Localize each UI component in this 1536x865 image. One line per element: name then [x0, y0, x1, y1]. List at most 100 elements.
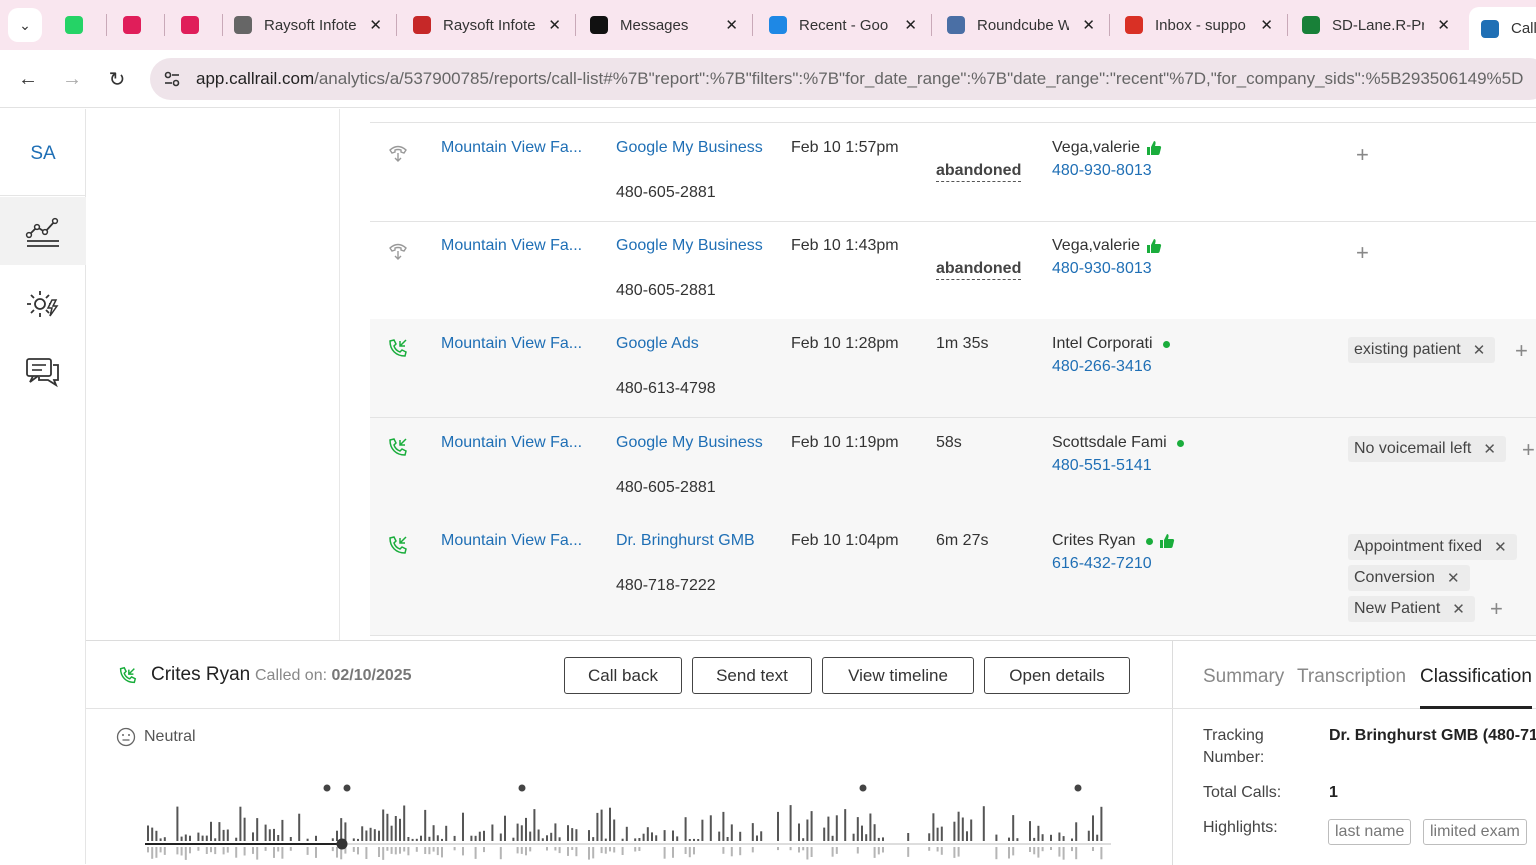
add-tag-button[interactable]: +	[1515, 338, 1528, 364]
highlight-chip[interactable]: limited exam	[1423, 819, 1527, 845]
close-tab-icon[interactable]: ✕	[725, 16, 738, 34]
waveform-bar	[722, 811, 725, 841]
close-tab-icon[interactable]: ✕	[1437, 16, 1450, 34]
caller-phone-link[interactable]: 616-432-7210	[1052, 555, 1152, 573]
add-tag-button[interactable]: +	[1490, 596, 1503, 622]
tab-search-button[interactable]: ⌄	[8, 8, 42, 42]
caller-phone-link[interactable]: 480-930-8013	[1052, 260, 1152, 278]
address-bar[interactable]: app.callrail.com/analytics/a/537900785/r…	[150, 58, 1536, 100]
view-timeline-button[interactable]: View timeline	[822, 657, 974, 694]
voicemail-icon[interactable]	[386, 141, 410, 165]
caller: Vega,valerie	[1052, 237, 1162, 255]
thumbs-up-icon[interactable]	[1146, 140, 1162, 156]
back-button[interactable]: ←	[14, 65, 42, 93]
caller-phone-link[interactable]: 480-266-3416	[1052, 358, 1152, 376]
waveform-bar	[453, 835, 456, 841]
add-tag-button[interactable]: +	[1356, 240, 1369, 266]
open-details-button[interactable]: Open details	[984, 657, 1130, 694]
close-tab-icon[interactable]: ✕	[904, 16, 917, 34]
caller-phone-link[interactable]: 480-930-8013	[1052, 162, 1152, 180]
remove-tag-icon[interactable]: ✕	[1483, 440, 1496, 458]
incoming-call-icon[interactable]	[386, 337, 410, 361]
voicemail-icon[interactable]	[386, 239, 410, 263]
call-duration[interactable]: abandoned	[936, 162, 1022, 182]
company-link[interactable]: Mountain View Fa...	[441, 335, 591, 353]
thumbs-up-icon[interactable]	[1159, 533, 1175, 549]
tag-chip[interactable]: No voicemail left ✕	[1348, 436, 1506, 462]
source-link[interactable]: Google My Business	[616, 139, 763, 157]
remove-tag-icon[interactable]: ✕	[1473, 341, 1486, 359]
waveform-bar	[609, 807, 611, 841]
browser-tab[interactable]: Messages ✕	[578, 7, 746, 43]
audio-waveform[interactable]	[141, 781, 1111, 865]
close-tab-icon[interactable]: ✕	[1082, 16, 1095, 34]
table-row[interactable]: Mountain View Fa... Google Ads 480-613-479…	[370, 319, 1536, 418]
waveform-bar-secondary	[835, 847, 838, 854]
close-tab-icon[interactable]: ✕	[548, 16, 561, 34]
company-link[interactable]: Mountain View Fa...	[441, 434, 591, 452]
waveform-bar-secondary	[693, 847, 695, 855]
add-tag-button[interactable]: +	[1522, 437, 1535, 463]
browser-tab[interactable]: Raysoft Infote ✕	[222, 7, 390, 43]
source-link[interactable]: Google My Business	[616, 237, 763, 255]
close-tab-icon[interactable]: ✕	[1260, 16, 1273, 34]
playhead-handle[interactable]	[336, 838, 348, 850]
reload-button[interactable]: ↻	[103, 65, 131, 93]
nav-conversations[interactable]	[0, 338, 86, 406]
table-row[interactable]: Mountain View Fa... Google My Business 480…	[370, 123, 1536, 222]
waveform-bar	[688, 839, 691, 841]
table-row[interactable]: Mountain View Fa... Dr. Bringhurst GMB 480…	[370, 516, 1536, 636]
incoming-call-icon[interactable]	[386, 436, 410, 460]
call-duration[interactable]: abandoned	[936, 260, 1022, 280]
tag-chip[interactable]: existing patient ✕	[1348, 337, 1496, 363]
remove-tag-icon[interactable]: ✕	[1452, 600, 1465, 618]
tag-chip[interactable]: Appointment fixed ✕	[1348, 534, 1517, 560]
highlight-marker[interactable]	[343, 784, 351, 792]
browser-tab[interactable]: SD-Lane.R-Pr ✕	[1290, 7, 1458, 43]
total-calls-value: 1	[1329, 784, 1338, 801]
browser-tab[interactable]: Inbox - suppo ✕	[1113, 7, 1281, 43]
caller-phone-link[interactable]: 480-551-5141	[1052, 457, 1152, 475]
highlight-chip[interactable]: last name	[1328, 819, 1412, 845]
close-tab-icon[interactable]: ✕	[369, 16, 382, 34]
nav-automation[interactable]	[0, 270, 86, 338]
company-link[interactable]: Mountain View Fa...	[441, 532, 591, 550]
thumbs-up-icon[interactable]	[1146, 238, 1162, 254]
tab-transcription[interactable]: Transcription	[1297, 666, 1406, 688]
source-link[interactable]: Dr. Bringhurst GMB	[616, 532, 755, 550]
company-link[interactable]: Mountain View Fa...	[441, 237, 591, 255]
remove-tag-icon[interactable]: ✕	[1494, 538, 1507, 556]
table-row[interactable]: Mountain View Fa... Google My Business 480…	[370, 418, 1536, 517]
company-link[interactable]: Mountain View Fa...	[441, 139, 591, 157]
site-info-icon[interactable]	[162, 69, 182, 89]
call-date: Feb 10 1:43pm	[791, 237, 899, 254]
remove-tag-icon[interactable]: ✕	[1447, 569, 1460, 587]
send-text-button[interactable]: Send text	[692, 657, 812, 694]
table-row[interactable]: Mountain View Fa... Google My Business 480…	[370, 221, 1536, 320]
incoming-call-icon[interactable]	[386, 534, 410, 558]
waveform-bar	[369, 827, 372, 841]
account-initials[interactable]: SA	[0, 143, 86, 165]
browser-tab[interactable]	[110, 7, 158, 43]
tag-chip[interactable]: Conversion ✕	[1348, 565, 1470, 591]
browser-tab[interactable]: Recent - Goo ✕	[757, 7, 925, 43]
source-link[interactable]: Google My Business	[616, 434, 763, 452]
tab-summary[interactable]: Summary	[1203, 666, 1284, 688]
add-tag-button[interactable]: +	[1356, 142, 1369, 168]
tab-classification[interactable]: Classification	[1420, 666, 1532, 688]
call-back-button[interactable]: Call back	[564, 657, 682, 694]
browser-tab[interactable]	[168, 7, 216, 43]
source-link[interactable]: Google Ads	[616, 335, 699, 353]
waveform-bar-secondary	[1033, 847, 1036, 855]
highlight-marker[interactable]	[1074, 784, 1082, 792]
browser-tab[interactable]	[52, 7, 100, 43]
tag-chip[interactable]: New Patient ✕	[1348, 596, 1475, 622]
highlight-marker[interactable]	[859, 784, 867, 792]
browser-tab[interactable]: Raysoft Infote ✕	[401, 7, 569, 43]
browser-tab[interactable]: Call	[1469, 7, 1536, 50]
nav-analytics[interactable]	[0, 197, 86, 265]
browser-tab[interactable]: Roundcube W ✕	[935, 7, 1103, 43]
forward-button[interactable]: →	[58, 65, 86, 93]
highlight-marker[interactable]	[518, 784, 526, 792]
highlight-marker[interactable]	[323, 784, 331, 792]
